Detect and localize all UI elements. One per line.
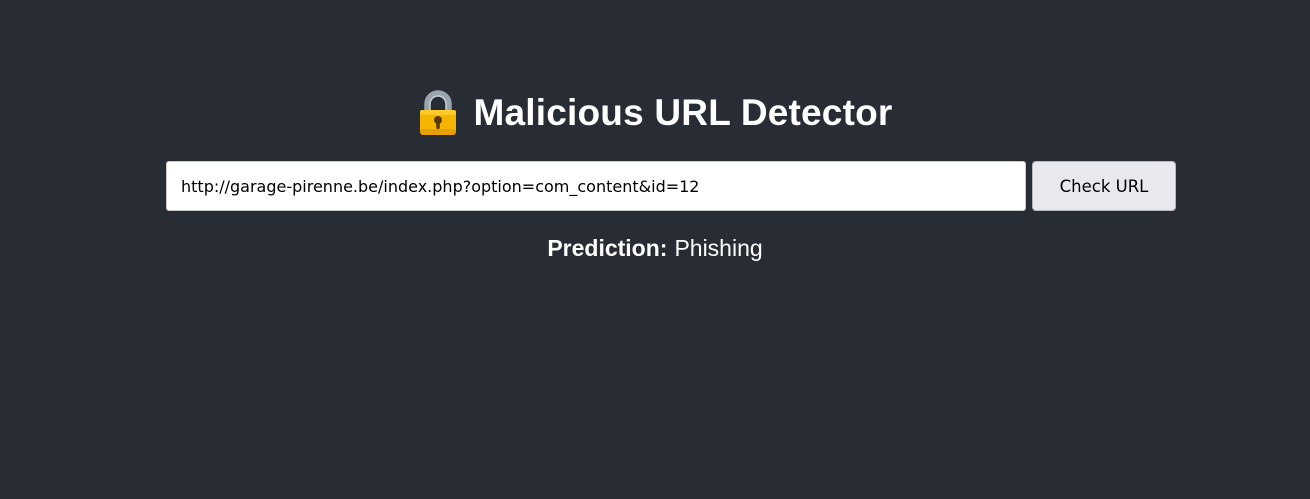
lock-icon bbox=[417, 90, 459, 136]
url-input[interactable] bbox=[166, 161, 1026, 211]
prediction-result: Prediction: Phishing bbox=[0, 232, 1310, 264]
check-url-button[interactable]: Check URL bbox=[1032, 161, 1176, 211]
prediction-value: Phishing bbox=[674, 234, 763, 261]
prediction-label: Prediction: bbox=[547, 234, 668, 261]
page-title: Malicious URL Detector bbox=[473, 92, 893, 133]
page-header: Malicious URL Detector bbox=[0, 88, 1310, 138]
app-container: Malicious URL Detector Check URL Predict… bbox=[0, 0, 1310, 499]
